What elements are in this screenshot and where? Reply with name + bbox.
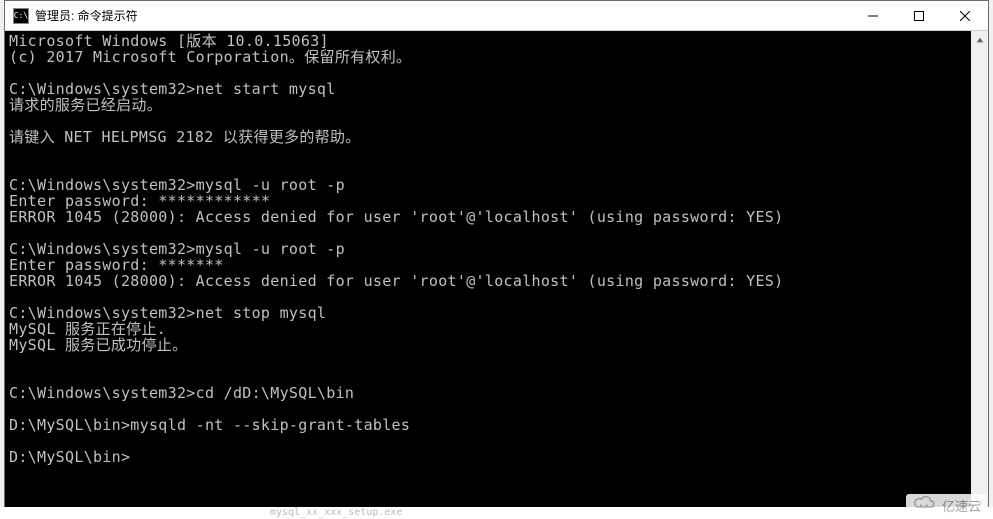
window-title: 管理员: 命令提示符: [35, 7, 138, 24]
background-file-row: mysql_xx_xxx_setup.exe: [0, 507, 993, 519]
background-filename: mysql_xx_xxx_setup.exe: [270, 507, 402, 518]
cmd-window: C:\ 管理员: 命令提示符 Microsoft Windows [版本 10.…: [4, 0, 989, 512]
terminal-output[interactable]: Microsoft Windows [版本 10.0.15063] (c) 20…: [5, 31, 988, 511]
vertical-scrollbar[interactable]: [971, 31, 988, 511]
watermark-text: 亿速云: [942, 496, 981, 515]
app-icon: C:\: [13, 8, 29, 24]
scroll-track[interactable]: [971, 48, 988, 494]
watermark: 亿速云: [906, 494, 987, 517]
cloud-icon: [912, 496, 938, 515]
close-button[interactable]: [942, 1, 988, 31]
maximize-button[interactable]: [896, 1, 942, 31]
minimize-button[interactable]: [850, 1, 896, 31]
scroll-up-button[interactable]: [971, 31, 988, 48]
titlebar[interactable]: C:\ 管理员: 命令提示符: [5, 1, 988, 31]
